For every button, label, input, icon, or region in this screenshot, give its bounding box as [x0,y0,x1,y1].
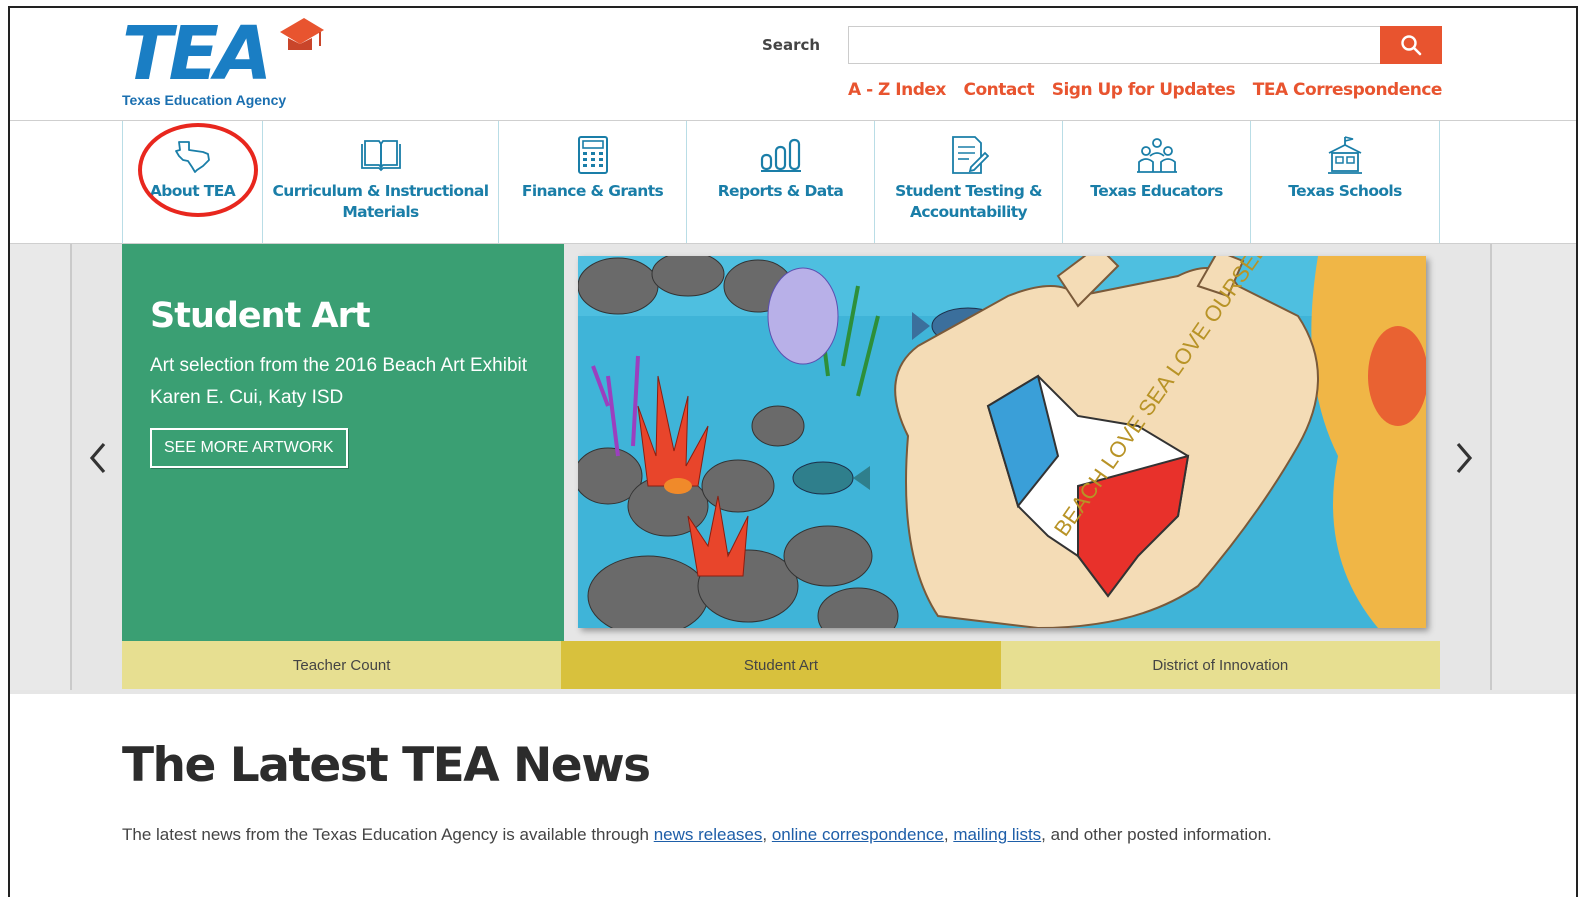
nav-item-texas-schools[interactable]: Texas Schools [1250,121,1440,243]
slide-caption-panel: Student Art Art selection from the 2016 … [122,244,564,641]
logo-wordmark: TEA [122,11,272,97]
separator-text: , [943,825,954,844]
test-paper-icon [947,133,991,177]
slide-description-line: Art selection from the 2016 Beach Art Ex… [150,355,528,376]
chevron-right-icon [1456,442,1473,474]
tea-correspondence-link[interactable]: TEA Correspondence [1253,80,1443,100]
tab-district-of-innovation[interactable]: District of Innovation [1000,641,1440,689]
sign-up-link[interactable]: Sign Up for Updates [1052,80,1236,100]
az-index-link[interactable]: A - Z Index [848,80,946,100]
see-more-artwork-button[interactable]: SEE MORE ARTWORK [150,428,348,468]
news-releases-link[interactable]: news releases [654,825,763,844]
nav-label: Student Testing & Accountability [895,182,1042,221]
separator-text: , [762,825,772,844]
nav-item-curriculum[interactable]: Curriculum & Instructional Materials [262,121,498,243]
nav-label: About TEA [149,182,236,200]
nav-item-about-tea[interactable]: About TEA [122,121,262,243]
nav-label: Texas Educators [1090,182,1223,200]
carousel-tabs: Teacher Count Student Art District of In… [122,641,1440,689]
open-book-icon [359,133,403,177]
contact-link[interactable]: Contact [964,80,1035,100]
school-building-icon [1323,133,1367,177]
nav-item-student-testing[interactable]: Student Testing & Accountability [874,121,1062,243]
news-intro: The latest news from the Texas Education… [122,820,1382,850]
carousel-next-button[interactable] [1444,428,1484,488]
nav-label: Curriculum & Instructional Materials [272,182,490,221]
news-intro-end-text: , and other posted information. [1041,825,1272,844]
nav-item-texas-educators[interactable]: Texas Educators [1062,121,1250,243]
search-icon [1401,35,1422,56]
bar-chart-icon [759,133,803,177]
artwork-illustration: BEACH LOVE SEA LOVE OURSELVES! [578,256,1426,628]
nav-item-finance-grants[interactable]: Finance & Grants [498,121,686,243]
search-button[interactable] [1380,26,1442,64]
nav-label: Finance & Grants [521,182,664,200]
calculator-icon [571,133,615,177]
slide-credit-line: Karen E. Cui, Katy ISD [150,387,344,408]
mailing-lists-link[interactable]: mailing lists [953,825,1041,844]
educators-group-icon [1135,133,1179,177]
page-frame: TEA Texas Education Agency Search A - Z … [8,6,1578,897]
carousel-edge-left [10,244,72,690]
tab-student-art[interactable]: Student Art [561,641,1001,689]
news-intro-text: The latest news from the Texas Education… [122,825,654,844]
slide-description: Art selection from the 2016 Beach Art Ex… [150,350,545,414]
news-heading: The Latest TEA News [122,738,651,793]
nav-item-reports-data[interactable]: Reports & Data [686,121,874,243]
texas-map-icon [171,133,215,177]
chevron-left-icon [89,442,106,474]
tab-teacher-count[interactable]: Teacher Count [122,641,562,689]
search-input[interactable] [848,26,1382,64]
graduation-cap-icon [280,18,324,50]
carousel-prev-button[interactable] [78,428,118,488]
student-artwork-image[interactable]: BEACH LOVE SEA LOVE OURSELVES! [578,256,1426,628]
slide-title: Student Art [150,296,371,336]
nav-label: Reports & Data [717,182,844,200]
carousel-edge-right [1490,244,1576,690]
nav-label: Texas Schools [1288,182,1402,200]
online-correspondence-link[interactable]: online correspondence [772,825,944,844]
tea-logo[interactable]: TEA Texas Education Agency [122,14,327,114]
main-nav: About TEA Curriculum & Instructional Mat… [122,121,1440,243]
search-label: Search [762,36,821,54]
utility-links: A - Z Index Contact Sign Up for Updates … [848,80,1442,100]
logo-subtitle: Texas Education Agency [122,92,287,108]
